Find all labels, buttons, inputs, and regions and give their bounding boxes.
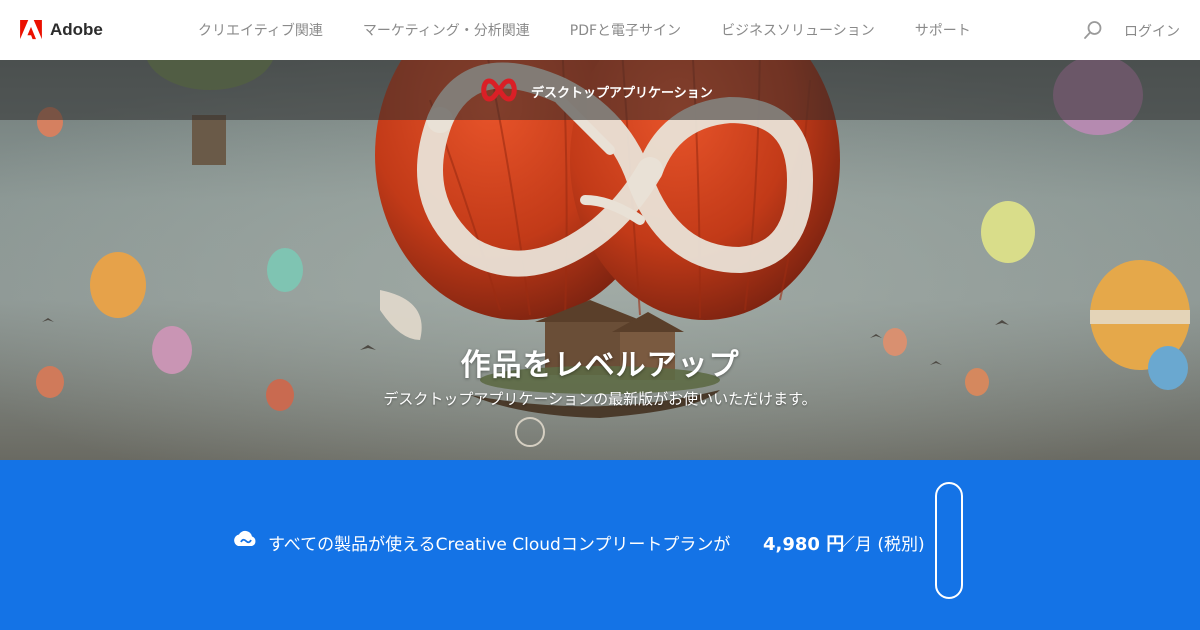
promo-price: 4,980 円 <box>763 534 845 555</box>
nav-item-creative[interactable]: クリエイティブ関連 <box>198 20 323 40</box>
hero-section-label: デスクトップアプリケーション <box>531 86 713 101</box>
creative-cloud-logo-icon <box>481 78 517 102</box>
search-icon[interactable] <box>1083 20 1103 40</box>
nav-item-business[interactable]: ビジネスソリューション <box>721 20 875 40</box>
promo-banner[interactable]: すべての製品が使えるCreative Cloudコンプリートプランが 4,980… <box>0 460 1200 630</box>
promo-text: すべての製品が使えるCreative Cloudコンプリートプランが <box>268 535 731 555</box>
main-nav: クリエイティブ関連 マーケティング・分析関連 PDFと電子サイン ビジネスソリュ… <box>180 0 1011 60</box>
hero-subtitle: デスクトップアプリケーションの最新版がお使いいただけます。 <box>383 390 817 408</box>
brand-name: Adobe <box>50 20 103 39</box>
login-link[interactable]: ログイン <box>1124 21 1180 41</box>
top-navigation: Adobe クリエイティブ関連 マーケティング・分析関連 PDFと電子サイン ビ… <box>0 0 1200 60</box>
nav-item-marketing[interactable]: マーケティング・分析関連 <box>363 20 530 40</box>
scroll-indicator[interactable] <box>935 482 963 599</box>
adobe-logo[interactable]: Adobe <box>20 20 103 40</box>
nav-item-pdf[interactable]: PDFと電子サイン <box>570 20 681 40</box>
hero-title: 作品をレベルアップ <box>460 348 740 383</box>
hero-category-band: デスクトップアプリケーション <box>0 60 1200 120</box>
promo-price-suffix: ／月 (税別) <box>838 535 925 555</box>
adobe-logo-icon <box>20 20 42 40</box>
creative-cloud-icon <box>234 530 256 546</box>
hero-banner: デスクトップアプリケーション 作品をレベルアップ デスクトップアプリケーションの… <box>0 60 1200 460</box>
nav-item-support[interactable]: サポート <box>915 20 971 40</box>
